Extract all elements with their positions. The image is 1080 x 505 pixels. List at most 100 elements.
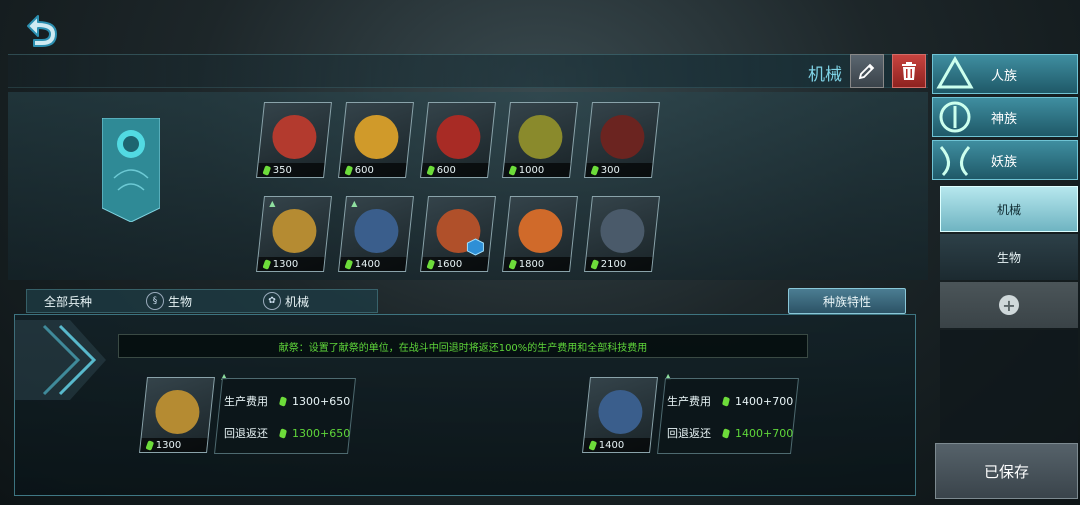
edit-button[interactable]: [850, 54, 884, 88]
saved-label: 已保存: [983, 462, 1029, 481]
production-cost-label: 生产费用: [667, 395, 711, 408]
refund-label: 回退返还: [224, 427, 268, 440]
filter-all-label: 全部兵种: [44, 294, 93, 309]
portrait-fill: [600, 115, 645, 159]
portrait-fill: [272, 115, 317, 159]
gem-icon: [344, 164, 354, 176]
trait-description: 献祭：设置了献祭的单位，在战斗中回退时将返还100%的生产费用和全部科技费用: [118, 334, 808, 358]
gem-icon: [278, 395, 288, 407]
production-cost-row: 生产费用 1400+700: [667, 393, 793, 409]
unit-cost: 1400: [598, 439, 625, 451]
portrait-fill: [272, 209, 317, 253]
unit-card[interactable]: ▲ 1400: [338, 196, 414, 272]
gem-icon: [145, 439, 155, 451]
delete-button[interactable]: [892, 54, 926, 88]
selected-unit-card[interactable]: 1300: [139, 377, 215, 453]
unit-cost: 1300: [155, 439, 182, 451]
unit-cost: 1400: [354, 258, 381, 270]
race-tab-label: 神族: [991, 111, 1018, 127]
portrait-fill: [600, 209, 645, 253]
unit-portrait: [436, 115, 481, 159]
unit-card[interactable]: 600: [338, 102, 414, 178]
race-trait-label: 种族特性: [822, 294, 871, 309]
filter-mech-label: 机械: [285, 294, 310, 309]
subrace-mech[interactable]: 机械: [940, 186, 1078, 232]
cost-stat-box: [657, 378, 799, 454]
pencil-icon: [858, 63, 875, 80]
unit-card[interactable]: 350: [256, 102, 332, 178]
filter-all-units[interactable]: 全部兵种: [44, 289, 92, 313]
human-emblem-icon: [936, 55, 974, 89]
unit-cost: 1300: [272, 258, 299, 270]
race-tab-label: 人族: [991, 68, 1018, 84]
gem-icon: [590, 258, 600, 270]
plus-icon: +: [999, 295, 1019, 315]
gem-icon: [262, 258, 272, 270]
production-cost-value: 1300+650: [292, 394, 351, 408]
unit-card[interactable]: 1000: [502, 102, 578, 178]
unit-card[interactable]: ▲ 1300: [256, 196, 332, 272]
deck-name: 机械: [808, 65, 842, 85]
sidebar-empty-area: [940, 330, 1078, 440]
portrait-fill: [598, 390, 643, 434]
back-arrow-icon: [27, 15, 57, 47]
filter-bio[interactable]: § 生物: [146, 289, 192, 313]
subrace-label: 机械: [996, 202, 1021, 217]
unit-card[interactable]: 2100: [584, 196, 660, 272]
unit-portrait: [354, 115, 399, 159]
race-banner: [101, 117, 161, 223]
back-button[interactable]: [18, 10, 66, 50]
portrait-fill: [518, 209, 563, 253]
unit-portrait: [272, 209, 317, 253]
unit-portrait: [518, 115, 563, 159]
dna-icon: §: [146, 292, 164, 310]
trash-icon: [902, 62, 916, 80]
race-tab-protoss[interactable]: 神族: [932, 97, 1078, 137]
gem-icon: [278, 427, 288, 439]
zerg-emblem-icon: [939, 146, 971, 177]
unit-card[interactable]: 1600: [420, 196, 496, 272]
refund-label: 回退返还: [667, 427, 711, 440]
filter-bio-label: 生物: [168, 294, 193, 309]
unit-card[interactable]: 300: [584, 102, 660, 178]
refund-value: 1400+700: [735, 426, 794, 440]
race-tab-human[interactable]: 人族: [932, 54, 1078, 94]
deck-header-bar: [8, 54, 928, 88]
unit-portrait: [436, 209, 484, 256]
unit-card[interactable]: 600: [420, 102, 496, 178]
gem-icon: [262, 164, 272, 176]
filter-mech[interactable]: ✿ 机械: [263, 289, 309, 313]
gear-icon: ✿: [263, 292, 281, 310]
gem-icon: [508, 164, 518, 176]
refund-value: 1300+650: [292, 426, 351, 440]
protoss-emblem-icon: [939, 101, 971, 133]
race-tab-zerg[interactable]: 妖族: [932, 140, 1078, 180]
race-tab-label: 妖族: [991, 154, 1018, 170]
add-subrace-button[interactable]: +: [940, 282, 1078, 328]
selected-unit-card[interactable]: 1400: [582, 377, 658, 453]
unit-cost: 600: [354, 164, 374, 176]
unit-portrait: [518, 209, 563, 253]
subrace-bio[interactable]: 生物: [940, 234, 1078, 280]
gem-icon: [426, 258, 436, 270]
portrait-fill: [155, 390, 200, 434]
unit-portrait: [600, 115, 645, 159]
unit-portrait: [155, 390, 200, 434]
unit-cost: 300: [600, 164, 620, 176]
portrait-fill: [436, 115, 481, 159]
gem-icon: [721, 427, 731, 439]
unit-portrait: [354, 209, 399, 253]
unit-cost: 1800: [518, 258, 545, 270]
unit-cost: 2100: [600, 258, 627, 270]
unit-cost: 600: [436, 164, 456, 176]
chevron-decoration: [14, 314, 110, 406]
gem-icon: [344, 258, 354, 270]
unit-portrait: [598, 390, 643, 434]
unit-card[interactable]: 1800: [502, 196, 578, 272]
race-trait-button[interactable]: 种族特性: [788, 288, 906, 314]
production-cost-value: 1400+700: [735, 394, 794, 408]
refund-row: 回退返还 1400+700: [667, 425, 793, 441]
skill-badge-icon: [466, 238, 484, 256]
unit-cost: 1000: [518, 164, 545, 176]
saved-button[interactable]: 已保存: [935, 443, 1078, 499]
